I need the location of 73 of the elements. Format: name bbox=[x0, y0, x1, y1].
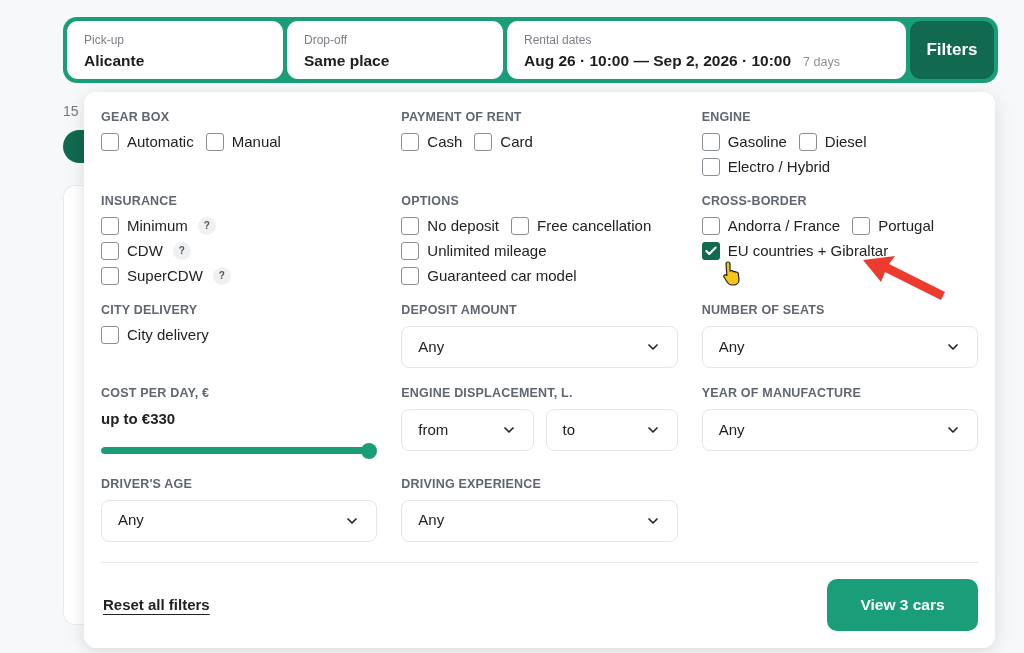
checkbox[interactable] bbox=[401, 241, 420, 260]
help-badge[interactable]: ? bbox=[212, 266, 231, 285]
search-field[interactable]: Drop-off Same place bbox=[287, 21, 503, 79]
checkbox-option[interactable]: Gasoline bbox=[701, 132, 787, 151]
checkbox[interactable] bbox=[474, 132, 493, 151]
price-reading: up to €330 bbox=[101, 409, 177, 429]
checkbox[interactable] bbox=[401, 266, 420, 285]
checkbox-option[interactable]: Cash bbox=[401, 132, 463, 151]
help-badge[interactable]: ? bbox=[197, 216, 216, 235]
section-title: OPTIONS bbox=[401, 194, 460, 209]
select-field[interactable]: Any bbox=[401, 326, 678, 368]
checkbox-option[interactable]: Minimum ? bbox=[101, 216, 366, 235]
checkbox[interactable] bbox=[101, 266, 119, 285]
select-field[interactable]: Any bbox=[701, 326, 978, 368]
checkbox-option[interactable]: Card bbox=[474, 132, 533, 151]
checkbox-option[interactable]: Diesel bbox=[798, 132, 867, 151]
checkbox[interactable] bbox=[701, 132, 720, 151]
checkbox-option[interactable]: Guaranteed car model bbox=[401, 266, 577, 285]
search-field[interactable]: Pick-up Alicante bbox=[67, 21, 283, 79]
search-field[interactable]: Rental dates Aug 26 · 10:00 — Sep 2, 2026 · 10:00 7 days bbox=[507, 21, 906, 79]
section-title: CITY DELIVERY bbox=[101, 303, 199, 318]
slider-track[interactable] bbox=[99, 442, 378, 459]
checkbox[interactable] bbox=[701, 216, 720, 235]
checkbox-option[interactable]: Andorra / France bbox=[701, 216, 841, 235]
category-pill[interactable] bbox=[63, 130, 84, 163]
checkbox-option[interactable]: Unlimited mileage bbox=[401, 241, 547, 260]
reset-filters-link[interactable]: Reset all filters bbox=[103, 593, 210, 617]
checkbox-option[interactable]: Electro / Hybrid bbox=[701, 157, 831, 176]
hand-cursor-icon bbox=[722, 260, 742, 286]
arrow-icon bbox=[861, 254, 947, 302]
checkbox[interactable] bbox=[701, 157, 720, 176]
section-title: PAYMENT OF RENT bbox=[401, 110, 523, 125]
checkbox-option[interactable]: EU countries + Gibraltar bbox=[701, 241, 889, 260]
checkbox[interactable] bbox=[205, 132, 224, 151]
section-title: ENGINE bbox=[701, 110, 752, 125]
section-title: NUMBER OF SEATS bbox=[701, 303, 826, 318]
checkbox[interactable] bbox=[101, 132, 119, 151]
checkbox-option[interactable]: Manual bbox=[205, 132, 281, 151]
section-title: INSURANCE bbox=[101, 194, 179, 209]
section-title: GEAR BOX bbox=[101, 110, 171, 125]
section-title: COST PER DAY, € bbox=[101, 386, 211, 401]
checkbox[interactable] bbox=[101, 216, 119, 235]
select-field[interactable]: Any bbox=[701, 409, 978, 451]
checkbox-option[interactable]: SuperCDW ? bbox=[101, 266, 366, 285]
checkbox-option[interactable]: City delivery bbox=[101, 325, 209, 344]
section-title: ENGINE DISPLACEMENT, L. bbox=[401, 386, 574, 401]
select-field[interactable]: to bbox=[545, 409, 678, 451]
checkbox[interactable] bbox=[101, 241, 119, 260]
checkbox[interactable] bbox=[852, 216, 871, 235]
checkbox-option[interactable]: No deposit bbox=[401, 216, 500, 235]
select-field[interactable]: Any bbox=[101, 499, 378, 542]
help-badge[interactable]: ? bbox=[172, 241, 191, 260]
section-title: CROSS-BORDER bbox=[701, 194, 808, 209]
slider-thumb[interactable] bbox=[361, 442, 378, 459]
checkbox[interactable] bbox=[701, 241, 720, 260]
checkmark-icon bbox=[703, 243, 718, 258]
checkbox-option[interactable]: Automatic bbox=[101, 132, 194, 151]
checkbox[interactable] bbox=[401, 132, 420, 151]
select-field[interactable]: Any bbox=[401, 499, 678, 542]
checkbox-option[interactable]: CDW ? bbox=[101, 241, 366, 260]
section-title: YEAR OF MANUFACTURE bbox=[701, 386, 862, 401]
checkbox[interactable] bbox=[798, 132, 817, 151]
section-title: DRIVING EXPERIENCE bbox=[401, 476, 543, 492]
checkbox[interactable] bbox=[511, 216, 530, 235]
select-field[interactable]: from bbox=[401, 409, 534, 451]
results-count: 15 bbox=[63, 102, 80, 121]
filters-button[interactable]: Filters bbox=[910, 21, 994, 79]
checkbox-option[interactable]: Portugal bbox=[852, 216, 935, 235]
section-title: DRIVER'S AGE bbox=[101, 476, 194, 492]
checkbox[interactable] bbox=[101, 325, 119, 344]
checkbox-option[interactable]: Free cancellation bbox=[511, 216, 652, 235]
section-title: DEPOSIT AMOUNT bbox=[401, 303, 518, 318]
checkbox[interactable] bbox=[401, 216, 420, 235]
